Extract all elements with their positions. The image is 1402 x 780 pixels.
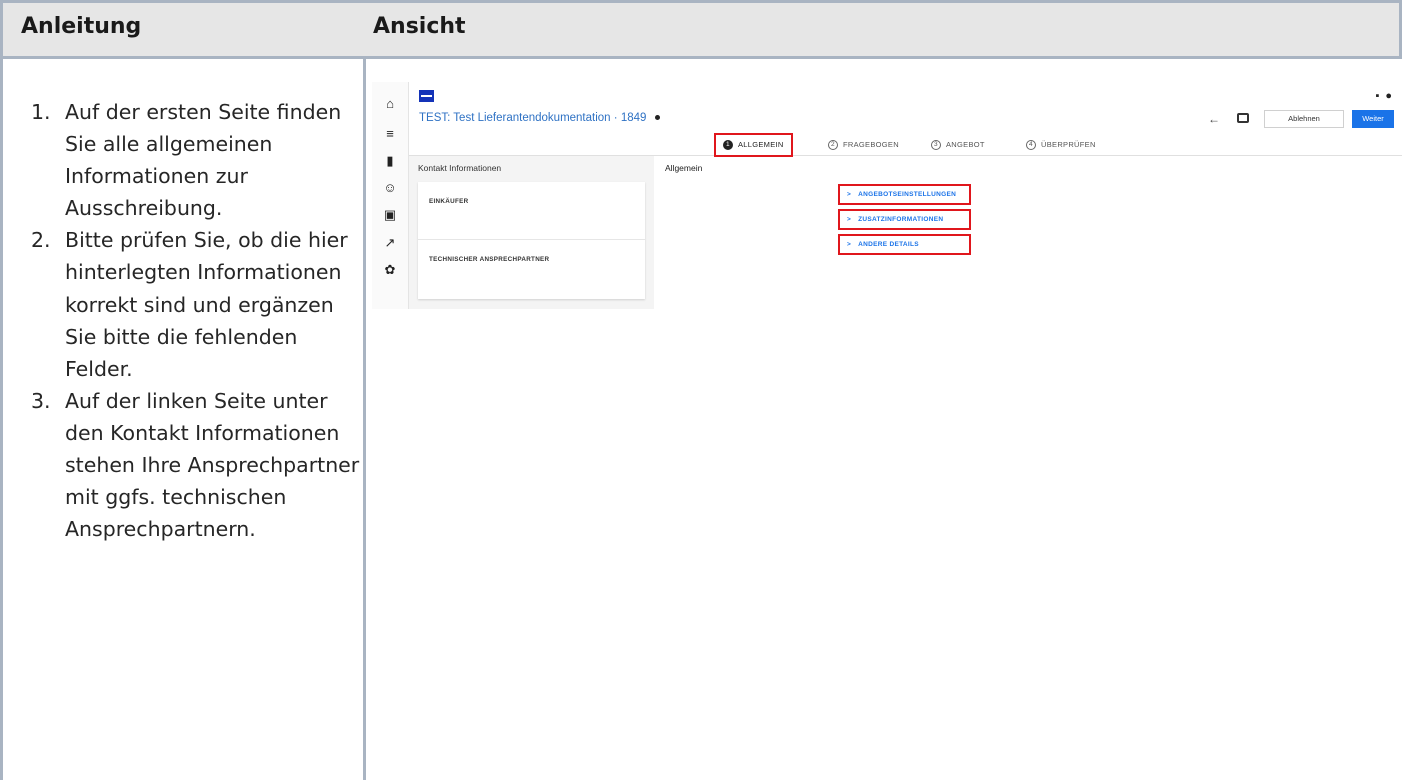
back-arrow-icon[interactable]: ← xyxy=(1208,112,1220,126)
bus-icon[interactable]: ▣ xyxy=(382,207,398,223)
info-icon[interactable] xyxy=(654,115,660,121)
tab-angebot[interactable]: 3 ANGEBOT xyxy=(931,138,985,152)
instructions-column: 1. Auf der ersten Seite finden Sie alle … xyxy=(0,59,366,780)
tab-ueberpruefen[interactable]: 4 ÜBERPRÜFEN xyxy=(1026,138,1096,152)
side-rail: ⌂ ≡ ▮ ☺ ▣ ↗ ✿ xyxy=(372,82,409,309)
header-cell-instructions: Anleitung xyxy=(0,0,366,59)
company-logo xyxy=(419,90,434,102)
tab-allgemein[interactable]: 1 ALLGEMEIN xyxy=(714,133,793,157)
header-instructions: Anleitung xyxy=(21,14,142,39)
contact-panel: Kontakt Informationen EINKÄUFER TECHNISC… xyxy=(409,156,654,309)
title-number: 1849 xyxy=(620,112,647,124)
instruction-step-3: 3. Auf der linken Seite unter den Kontak… xyxy=(31,388,360,542)
chevron-right-icon: > xyxy=(847,241,852,248)
accordion-zusatzinformationen[interactable]: > ZUSATZINFORMATIONEN xyxy=(838,209,971,230)
reject-button[interactable]: Ablehnen xyxy=(1264,110,1344,128)
home-icon[interactable]: ⌂ xyxy=(382,96,398,112)
app-screenshot: ⌂ ≡ ▮ ☺ ▣ ↗ ✿ ▪● TEST: Test Lieferantend… xyxy=(372,82,1402,309)
top-right-icons: ▪● xyxy=(1375,90,1398,102)
person-hand-icon[interactable]: ☺ xyxy=(382,180,398,196)
chevron-right-icon: > xyxy=(847,191,852,198)
tech-contact-label: TECHNISCHER ANSPRECHPARTNER xyxy=(429,256,550,263)
header-view: Ansicht xyxy=(373,14,466,39)
header-cell-view: Ansicht xyxy=(363,0,1402,59)
database-icon[interactable]: ≡ xyxy=(382,126,398,142)
general-title: Allgemein xyxy=(665,163,703,173)
print-icon[interactable] xyxy=(1237,113,1249,123)
hammer-icon[interactable]: ↗ xyxy=(382,235,398,251)
document-icon[interactable]: ▮ xyxy=(382,153,398,169)
general-panel: Allgemein > ANGEBOTSEINSTELLUNGEN > ZUSATZ… xyxy=(654,156,1402,309)
page-title: TEST: Test Lieferantendokumentation · 18… xyxy=(419,112,660,124)
next-button[interactable]: Weiter xyxy=(1352,110,1394,128)
tab-fragebogen[interactable]: 2 FRAGEBOGEN xyxy=(828,138,899,152)
buyer-row[interactable]: EINKÄUFER xyxy=(418,182,645,239)
title-text: TEST: Test Lieferantendokumentation xyxy=(419,112,611,124)
contact-title: Kontakt Informationen xyxy=(418,163,502,173)
stepper: 1 ALLGEMEIN 2 FRAGEBOGEN 3 ANGEBOT 4 ÜBERPRÜ… xyxy=(409,133,1402,157)
instruction-list: 1. Auf der ersten Seite finden Sie alle … xyxy=(31,96,361,545)
gear-icon[interactable]: ✿ xyxy=(382,262,398,278)
buyer-label: EINKÄUFER xyxy=(429,198,469,205)
instruction-step-1: 1. Auf der ersten Seite finden Sie alle … xyxy=(31,100,342,221)
accordion-angebotseinstellungen[interactable]: > ANGEBOTSEINSTELLUNGEN xyxy=(838,184,971,205)
contact-card: EINKÄUFER TECHNISCHER ANSPRECHPARTNER xyxy=(418,182,645,299)
tech-contact-row[interactable]: TECHNISCHER ANSPRECHPARTNER xyxy=(418,239,645,296)
instruction-step-2: 2. Bitte prüfen Sie, ob die hier hinterl… xyxy=(31,228,348,381)
user-icon[interactable]: ● xyxy=(1385,90,1398,102)
accordion-andere-details[interactable]: > ANDERE DETAILS xyxy=(838,234,971,255)
chat-icon[interactable]: ▪ xyxy=(1375,90,1385,102)
chevron-right-icon: > xyxy=(847,216,852,223)
